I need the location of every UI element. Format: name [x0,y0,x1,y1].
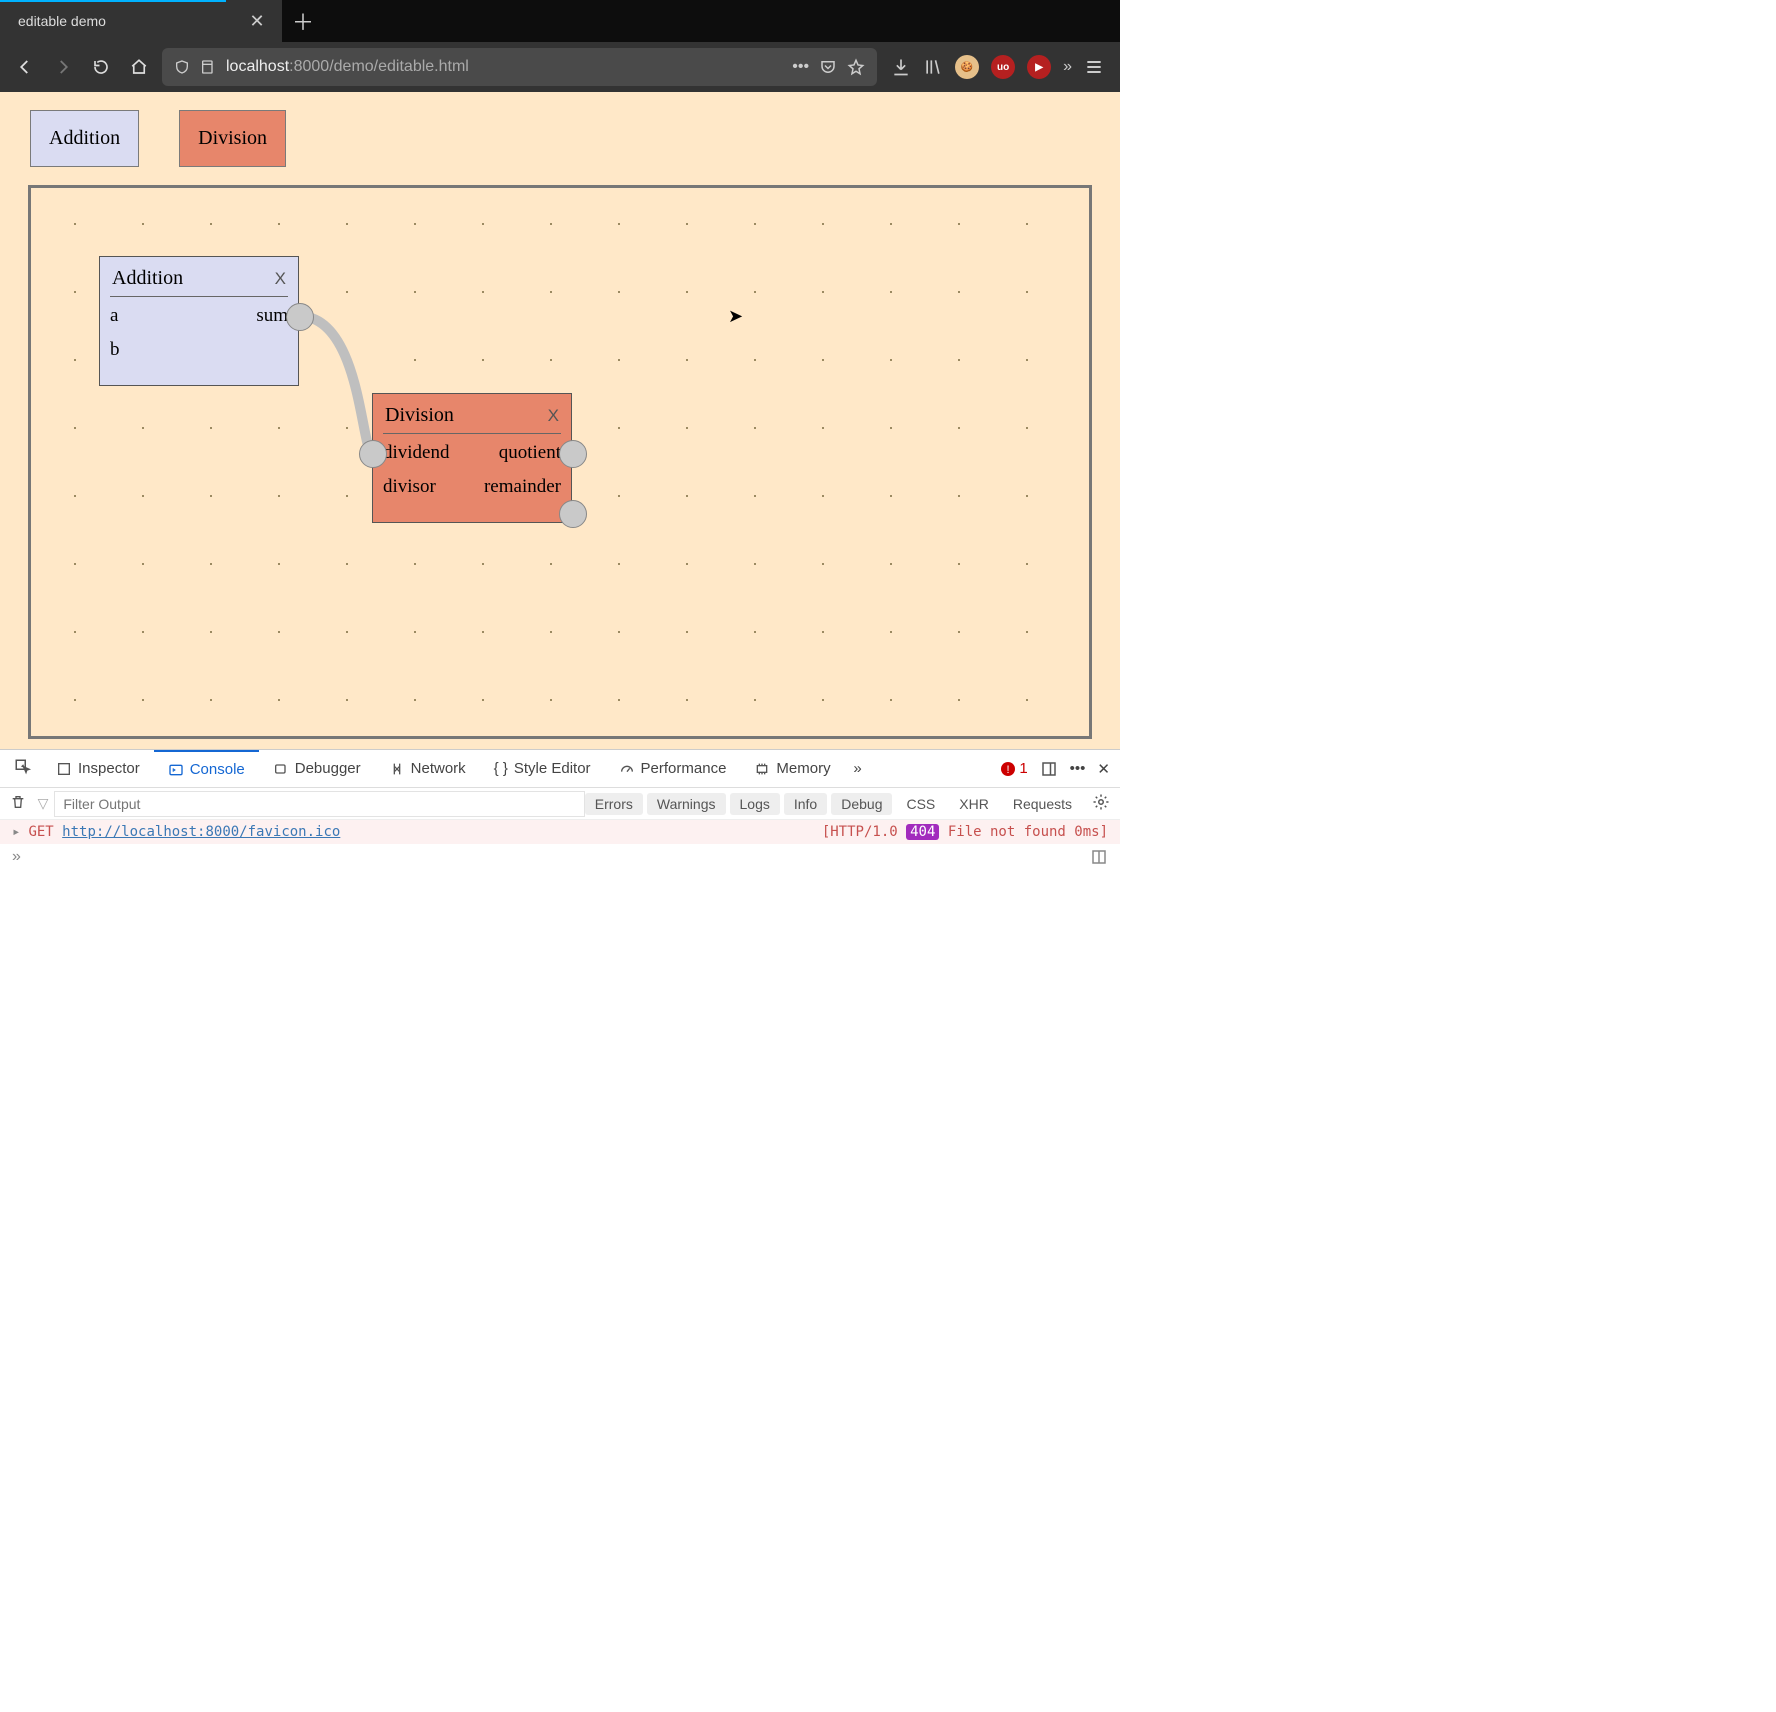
style-icon: { } [494,760,508,777]
browser-tab[interactable]: editable demo ✕ [0,0,282,42]
cursor-icon: ➤ [728,306,743,327]
home-button[interactable] [124,52,154,82]
port-out-quotient[interactable] [559,440,587,468]
tab-memory[interactable]: Memory [740,750,844,788]
shield-icon [174,59,190,75]
pill-debug[interactable]: Debug [831,793,892,815]
port-label-in: b [110,339,120,361]
inspector-icon [56,761,72,777]
port-label-out: quotient [499,442,561,464]
tab-title: editable demo [18,13,234,29]
filter-input[interactable] [54,791,584,817]
node-palette: Addition Division [30,110,1092,167]
debugger-icon [273,761,289,777]
palette-division[interactable]: Division [179,110,286,167]
devtools-tabs: Inspector Console Debugger Network { } S… [0,750,1120,788]
port-label-in: dividend [383,442,450,464]
home-icon [130,58,148,76]
devtools-panel: Inspector Console Debugger Network { } S… [0,749,1120,870]
tab-console[interactable]: Console [154,750,259,788]
toolbar-icons: 🍪 uo ▶ » [885,55,1110,79]
tab-performance[interactable]: Performance [605,750,741,788]
memory-icon [754,761,770,777]
error-badge-icon: ! [1001,762,1015,776]
devtools-menu-icon[interactable]: ••• [1070,760,1086,777]
node-close-button[interactable]: X [548,406,559,426]
new-tab-icon[interactable]: ＋ [292,10,314,32]
ublock-icon[interactable]: uo [991,55,1015,79]
palette-addition[interactable]: Addition [30,110,139,167]
console-input-row[interactable]: » [0,844,1120,870]
bookmark-star-icon[interactable] [847,58,865,76]
filter-funnel-icon: ▽ [38,795,49,812]
page-body: Addition Division Addition X a sum b [0,92,1120,749]
pocket-icon[interactable] [819,58,837,76]
library-icon[interactable] [923,57,943,77]
port-out-remainder[interactable] [559,500,587,528]
tab-style-editor[interactable]: { } Style Editor [480,750,605,788]
node-division[interactable]: Division X dividend quotient divisor rem… [372,393,572,523]
toggle-requests[interactable]: Requests [1003,793,1082,815]
tab-network[interactable]: Network [375,750,480,788]
gauge-icon [619,761,635,777]
dock-side-icon[interactable] [1040,760,1058,778]
arrow-left-icon [16,58,34,76]
node-close-button[interactable]: X [275,269,286,289]
close-tab-icon[interactable]: ✕ [246,10,268,32]
log-method: GET [28,824,53,840]
tab-inspector[interactable]: Inspector [42,750,154,788]
split-console-icon[interactable] [1090,848,1108,866]
pill-info[interactable]: Info [784,793,827,815]
port-out-sum[interactable] [286,303,314,331]
log-url[interactable]: http://localhost:8000/favicon.ico [62,824,340,840]
forward-button[interactable] [48,52,78,82]
tab-debugger[interactable]: Debugger [259,750,375,788]
error-count[interactable]: ! 1 [1001,760,1027,777]
pick-element-icon[interactable] [10,758,36,780]
console-chevron-icon: » [12,848,21,866]
clear-console-icon[interactable] [10,794,32,813]
network-icon [389,761,405,777]
hamburger-menu-icon[interactable] [1084,57,1104,77]
download-icon[interactable] [891,57,911,77]
port-in-dividend[interactable] [359,440,387,468]
node-title: Division [385,404,454,427]
svg-text:!: ! [1007,764,1010,776]
console-icon [168,762,184,778]
extension-1-icon[interactable]: 🍪 [955,55,979,79]
arrow-right-icon [54,58,72,76]
pill-logs[interactable]: Logs [730,793,780,815]
extension-3-icon[interactable]: ▶ [1027,55,1051,79]
node-addition[interactable]: Addition X a sum b [99,256,299,386]
pill-errors[interactable]: Errors [585,793,643,815]
devtools-close-icon[interactable]: ✕ [1097,760,1110,778]
console-filter-row: ▽ Errors Warnings Logs Info Debug CSS XH… [0,788,1120,820]
address-bar[interactable]: localhost:8000/demo/editable.html ••• [162,48,877,86]
browser-chrome: editable demo ✕ ＋ localhost:8000/demo/ed… [0,0,1120,92]
overflow-icon[interactable]: » [1063,58,1072,76]
pill-warnings[interactable]: Warnings [647,793,726,815]
port-label-out: remainder [484,476,561,498]
page-actions-icon[interactable]: ••• [792,58,809,76]
port-label-in: divisor [383,476,436,498]
editor-canvas[interactable]: Addition X a sum b Division X dividend q… [28,185,1092,739]
settings-gear-icon[interactable] [1092,793,1110,811]
tabs-overflow-icon[interactable]: » [845,760,871,777]
toggle-css[interactable]: CSS [896,793,945,815]
toggle-xhr[interactable]: XHR [949,793,999,815]
node-title: Addition [112,267,183,290]
reload-icon [92,58,110,76]
address-row: localhost:8000/demo/editable.html ••• 🍪 … [0,42,1120,92]
back-button[interactable] [10,52,40,82]
port-label-out: sum [256,305,288,327]
tab-loading-bar [0,0,226,2]
port-label-in: a [110,305,118,327]
console-log-row[interactable]: ▸ GET http://localhost:8000/favicon.ico … [0,820,1120,844]
page-info-icon [200,59,216,75]
log-response: [HTTP/1.0 404 File not found 0ms] [822,824,1108,840]
url-display: localhost:8000/demo/editable.html [226,58,469,76]
expand-icon[interactable]: ▸ [12,824,20,840]
reload-button[interactable] [86,52,116,82]
tab-row: editable demo ✕ ＋ [0,0,1120,42]
